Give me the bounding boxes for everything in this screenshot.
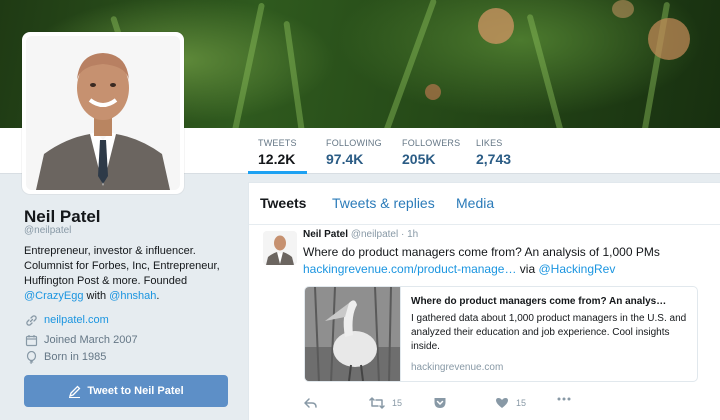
bio-mention-crazyegg[interactable]: @CrazyEgg (24, 290, 83, 302)
tweet-body: Where do product managers come from? An … (303, 245, 660, 259)
profile-joined: Joined March 2007 (24, 333, 138, 347)
card-image (305, 287, 401, 381)
tweet-time[interactable]: · 1h (401, 229, 418, 240)
compose-icon (68, 385, 81, 398)
stat-tweets[interactable]: TWEETS 12.2K (248, 137, 307, 174)
like-count: 15 (516, 398, 527, 408)
stat-likes[interactable]: LIKES 2,743 (466, 137, 521, 174)
like-button[interactable]: 15 (495, 397, 526, 409)
tab-media[interactable]: Media (456, 195, 494, 211)
card-url: hackingrevenue.com (411, 362, 504, 373)
joined-text: Joined March 2007 (44, 334, 138, 346)
tab-tweets[interactable]: Tweets (260, 195, 306, 211)
avatar (26, 36, 180, 190)
tweet-via-mention[interactable]: @HackingRev (538, 262, 615, 276)
retweet-count: 15 (392, 398, 403, 408)
tab-tweets-replies[interactable]: Tweets & replies (332, 195, 435, 211)
balloon-icon (24, 350, 38, 364)
timeline: Tweets Tweets & replies Media Neil Patel… (248, 182, 720, 420)
stat-value: 97.4K (326, 151, 364, 167)
bio-end: . (156, 290, 160, 302)
stat-value: 205K (402, 151, 436, 167)
tweet-to-button[interactable]: Tweet to Neil Patel (24, 375, 228, 407)
stat-value: 2,743 (476, 151, 512, 167)
retweet-icon (369, 397, 385, 409)
link-card[interactable]: Where do product managers come from? An … (304, 286, 698, 382)
tweet-via: via (516, 262, 539, 276)
card-description: I gathered data about 1,000 product mana… (411, 313, 687, 352)
profile-avatar[interactable] (22, 32, 184, 194)
profile-bio: Entrepreneur, investor & influencer. Col… (24, 244, 238, 304)
timeline-tabs: Tweets Tweets & replies Media (249, 183, 720, 225)
profile-birthday: Born in 1985 (24, 350, 106, 364)
website-link[interactable]: neilpatel.com (44, 314, 109, 326)
link-icon (24, 313, 38, 327)
avatar-portrait-image (26, 36, 180, 190)
stat-label: FOLLOWING (326, 138, 382, 148)
stat-label: TWEETS (258, 138, 297, 148)
tweet-avatar[interactable] (263, 231, 297, 265)
more-icon (557, 397, 571, 401)
stat-followers[interactable]: FOLLOWERS 205K (392, 137, 470, 174)
tweet-author[interactable]: Neil Patel (303, 229, 348, 240)
heart-icon (495, 397, 509, 409)
stat-label: LIKES (476, 138, 503, 148)
calendar-icon (24, 333, 38, 347)
bio-connector: with (83, 290, 110, 302)
birthday-text: Born in 1985 (44, 351, 107, 363)
stat-label: FOLLOWERS (402, 138, 461, 148)
reply-button[interactable] (303, 397, 317, 409)
tweet-link[interactable]: hackingrevenue.com/product-manage… (303, 262, 516, 276)
tweet-header: Neil Patel @neilpatel · 1h (303, 229, 418, 240)
pocket-button[interactable] (433, 397, 447, 409)
tweet-text: Where do product managers come from? An … (303, 244, 713, 278)
bio-text: Entrepreneur, investor & influencer. Col… (24, 245, 220, 287)
stat-value: 12.2K (258, 151, 296, 167)
reply-icon (303, 397, 317, 409)
more-button[interactable] (557, 397, 571, 401)
pocket-icon (433, 397, 447, 409)
tweet-handle[interactable]: @neilpatel (351, 229, 398, 240)
bio-mention-hnshah[interactable]: @hnshah (109, 290, 156, 302)
retweet-button[interactable]: 15 (369, 397, 402, 409)
card-title: Where do product managers come from? An … (411, 296, 667, 307)
profile-name: Neil Patel (24, 207, 101, 226)
tweet-to-label: Tweet to Neil Patel (87, 385, 184, 397)
stat-following[interactable]: FOLLOWING 97.4K (316, 137, 392, 174)
tweet-actions: 15 15 (303, 397, 703, 413)
profile-handle: @neilpatel (24, 225, 72, 236)
profile-website: neilpatel.com (24, 313, 109, 327)
